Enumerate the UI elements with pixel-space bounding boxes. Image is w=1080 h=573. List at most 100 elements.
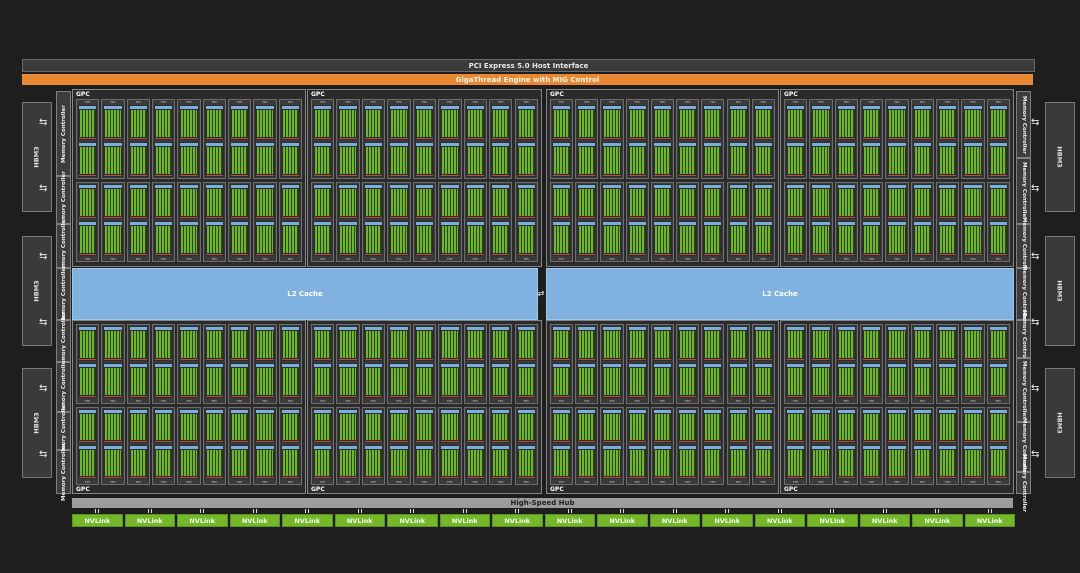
sm-cuda-cores [365,189,382,216]
sm-cuda-cores [889,147,905,174]
sm-cuda-cores [105,331,121,358]
sm-block [728,105,748,140]
sm-block [414,184,435,219]
sm-tensor-strip [913,359,931,360]
sm-cuda-cores [788,189,804,216]
sm-tensor-strip [628,396,646,397]
sm-block [313,409,333,443]
sm-block [811,105,831,140]
sm-block [103,105,123,140]
nvlink-connector-icon [987,509,992,513]
tpc-label: TPC [211,100,218,104]
sm-tensor-strip [812,254,830,255]
sm-tensor-strip [888,254,906,255]
tpc-block: TPC [936,182,960,262]
sm-cuda-cores [940,414,956,440]
tpc-block: TPC [387,182,411,262]
tpc-block: TPC [278,182,302,262]
sm-tensor-strip [205,254,223,255]
tpc-label: TPC [792,399,799,403]
sm-tensor-strip [415,359,434,360]
sm-cuda-cores [579,414,595,440]
tpc-label: TPC [710,257,716,261]
sm-cuda-cores [654,226,671,253]
sm-tensor-strip [231,359,249,360]
sm-l1-cache [415,327,434,330]
sm-cuda-cores [990,147,1006,174]
sm-tensor-strip [603,359,621,360]
sm-tensor-strip [964,396,982,397]
sm-block [255,326,275,361]
tpc-block: TPC [278,99,302,179]
sm-tensor-strip [364,441,383,442]
sm-l1-cache [390,446,408,449]
sm-l1-cache [180,185,198,188]
sm-block [938,221,958,256]
sm-tensor-strip [314,138,332,139]
sm-cuda-cores [579,110,595,137]
sm-cuda-cores [579,450,595,476]
sm-l1-cache [79,143,97,146]
sm-tensor-strip [704,138,722,139]
sm-cuda-cores [654,147,671,174]
sm-cuda-cores [680,110,696,137]
tpc-block: TPC [625,182,649,262]
tpc-label: TPC [659,399,666,403]
sm-tensor-strip [679,254,697,255]
sm-cuda-cores [940,147,956,174]
sm-l1-cache [578,222,596,225]
sm-cuda-cores [80,331,96,358]
sm-l1-cache [939,446,957,449]
sm-l1-cache [837,185,855,188]
sm-l1-cache [754,327,772,330]
tpc-block: TPC [726,99,750,179]
tpc-label: TPC [447,100,453,104]
sm-tensor-strip [415,138,434,139]
sm-l1-cache [415,222,434,225]
tpc-label: TPC [236,100,243,104]
sm-tensor-strip [205,217,223,218]
sm-cuda-cores [257,450,273,476]
sm-cuda-cores [838,368,854,395]
sm-cuda-cores [788,450,804,476]
tpc-label: TPC [497,257,504,261]
sm-tensor-strip [314,175,332,176]
tpc-block: TPC [885,407,909,485]
tpc-label: TPC [583,100,590,104]
tpc-block: TPC [625,324,649,404]
sm-tensor-strip [415,477,434,478]
sm-cuda-cores [965,450,981,476]
tpc-label: TPC [970,480,976,484]
sm-tensor-strip [155,359,173,360]
sm-cuda-cores [442,226,458,253]
sm-l1-cache [104,327,122,330]
sm-l1-cache [729,446,747,449]
sm-tensor-strip [180,396,198,397]
sm-block [912,184,932,219]
sm-l1-cache [913,446,931,449]
sm-tensor-strip [787,217,805,218]
sm-block [938,363,958,398]
sm-l1-cache [415,364,434,367]
sm-l1-cache [989,410,1007,413]
sm-block [516,445,536,479]
sm-block [988,409,1008,443]
sm-l1-cache [441,364,459,367]
sm-tensor-strip [339,217,357,218]
tpc-block: TPC [463,324,488,404]
tpc-label: TPC [110,257,116,261]
sm-l1-cache [913,106,931,109]
sm-l1-cache [256,410,274,413]
sm-cuda-cores [518,226,534,253]
sm-l1-cache [129,106,147,109]
sm-l1-cache [390,364,408,367]
sm-tensor-strip [339,396,357,397]
sm-cuda-cores [282,368,298,395]
sm-tensor-strip [754,254,772,255]
sm-block [577,363,597,398]
sm-l1-cache [205,364,223,367]
sm-cuda-cores [990,226,1006,253]
sm-block [652,184,673,219]
sm-cuda-cores [838,147,854,174]
sm-l1-cache [364,106,383,109]
